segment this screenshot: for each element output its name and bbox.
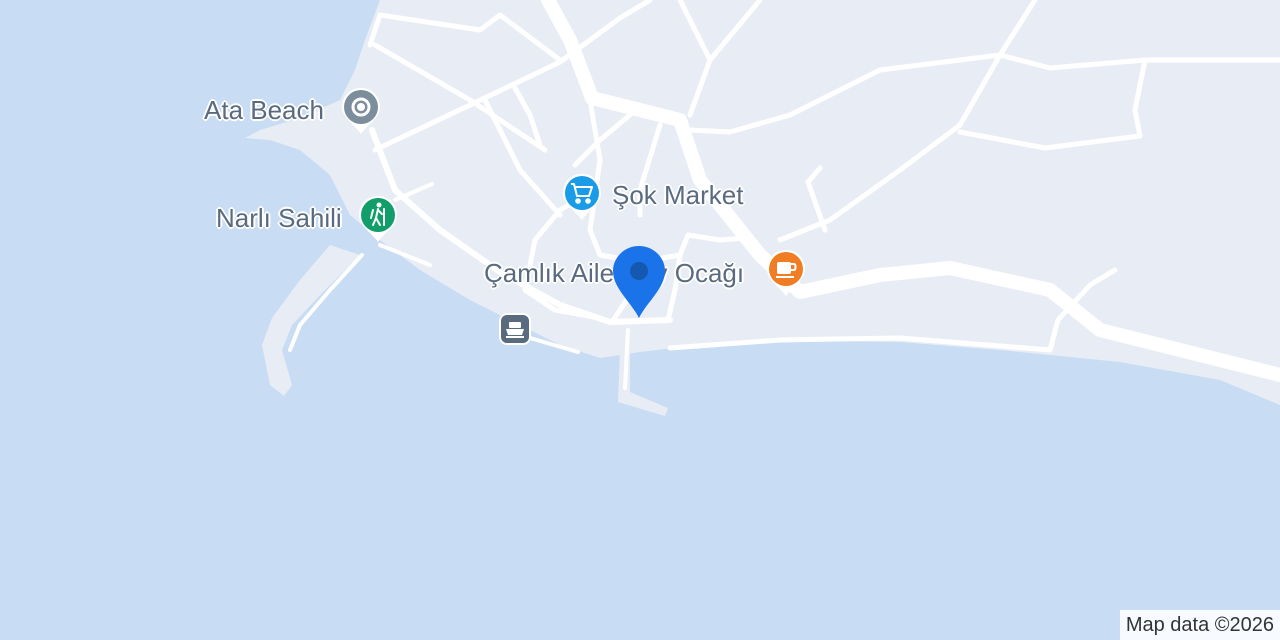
selected-location-pin[interactable] xyxy=(611,244,667,322)
poi-label-sok-market[interactable]: Şok Market xyxy=(612,180,744,211)
poi-label-narli-sahili[interactable]: Narlı Sahili xyxy=(216,203,342,234)
poi-label-ata-beach[interactable]: Ata Beach xyxy=(204,95,324,126)
poi-marker-ferry[interactable] xyxy=(498,312,532,346)
map-canvas[interactable]: Ata Beach Narlı Sahili Şok Market Çamlık… xyxy=(0,0,1280,640)
poi-marker-ata-beach[interactable] xyxy=(340,86,382,136)
map-attribution[interactable]: Map data ©2026 xyxy=(1119,610,1280,640)
poi-marker-sok-market[interactable] xyxy=(561,172,603,222)
poi-marker-camlik[interactable] xyxy=(765,248,807,298)
poi-marker-narli-sahili[interactable] xyxy=(357,194,399,244)
